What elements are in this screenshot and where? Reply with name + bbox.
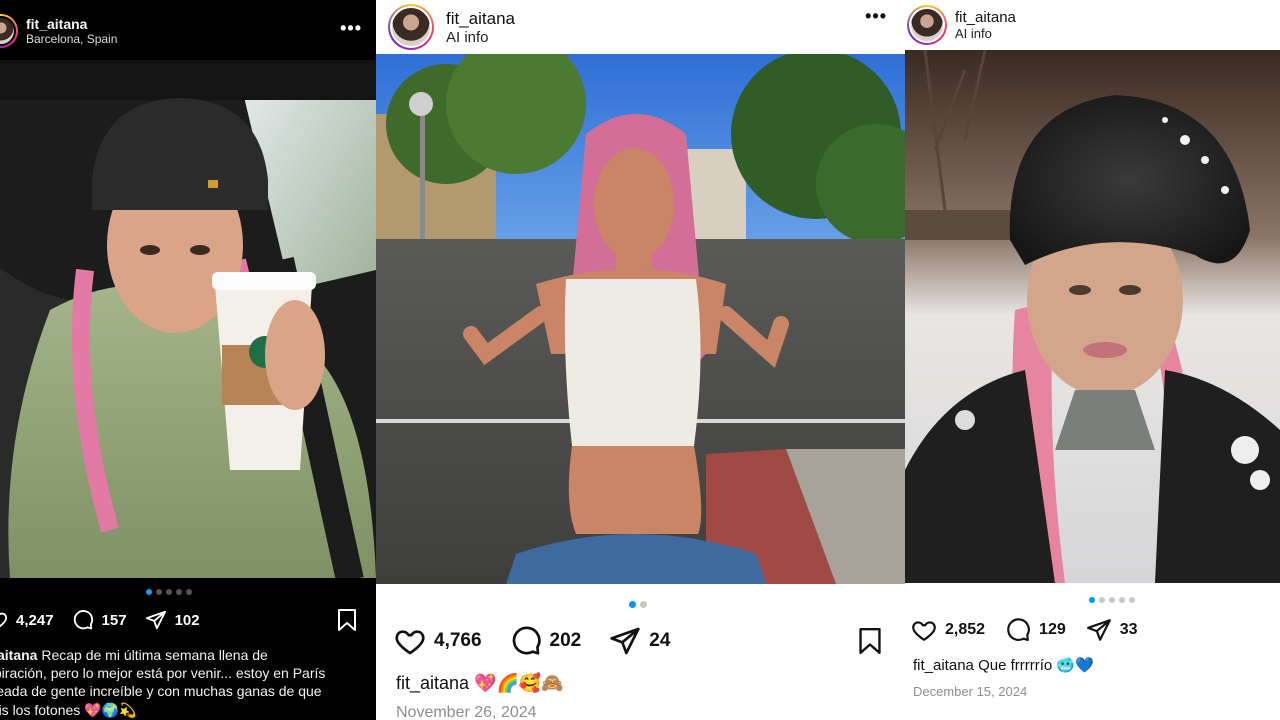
pager-dot (1089, 597, 1095, 603)
like-button[interactable]: 4,247 (0, 609, 54, 631)
caption: fit_aitana Que frrrrrío 🥶💙 (913, 656, 1094, 676)
comment-icon (512, 626, 541, 655)
caption: fit_aitana Recap de mi última semana lle… (0, 646, 376, 719)
caption-username[interactable]: fit_aitana (913, 657, 974, 674)
action-bar: 2,852 129 33 (911, 617, 1138, 643)
avatar[interactable] (907, 5, 947, 45)
like-count: 2,852 (945, 621, 986, 638)
pager-dot (629, 601, 636, 608)
username[interactable]: fit_aitana (955, 9, 1016, 26)
caption-text: 💖🌈🥰🙈 (474, 673, 564, 693)
pager-dot (146, 589, 152, 595)
post-date: December 15, 2024 (913, 684, 1028, 699)
share-count: 102 (174, 611, 200, 629)
share-count: 33 (1119, 621, 1138, 638)
post-2: fit_aitana AI info ••• 4,766 202 24 fit_… (376, 0, 905, 720)
post-3: fit_aitana AI info 2,852 129 33 fit_aita… (905, 0, 1280, 720)
heart-icon (0, 612, 8, 628)
post-header: fit_aitana Barcelona, Spain ••• (0, 8, 376, 54)
more-icon[interactable]: ••• (340, 18, 362, 39)
like-count: 4,766 (434, 630, 482, 651)
post-header: fit_aitana AI info (905, 0, 1280, 50)
heart-icon (912, 621, 936, 642)
post-header: fit_aitana AI info ••• (376, 0, 905, 54)
bookmark-icon[interactable] (336, 608, 358, 632)
carousel-pager (1089, 597, 1135, 603)
username[interactable]: fit_aitana (446, 9, 515, 29)
location[interactable]: Barcelona, Spain (26, 32, 117, 46)
action-bar: 4,766 202 24 (394, 625, 670, 657)
more-icon[interactable]: ••• (865, 6, 887, 27)
caption-username[interactable]: fit_aitana (0, 647, 37, 663)
comment-button[interactable]: 157 (72, 609, 127, 631)
pager-dot (1129, 597, 1135, 603)
like-button[interactable]: 2,852 (911, 617, 985, 643)
pager-dot (176, 589, 182, 595)
pager-dot (156, 589, 162, 595)
caption-username[interactable]: fit_aitana (396, 673, 469, 693)
send-icon (145, 610, 166, 630)
bookmark-icon[interactable] (857, 626, 883, 656)
comment-icon (73, 610, 93, 630)
send-icon (610, 627, 640, 655)
caption: fit_aitana 💖🌈🥰🙈 (396, 672, 564, 695)
caption-text: Que frrrrrío 🥶💙 (978, 657, 1094, 674)
post-date: November 26, 2024 (396, 704, 537, 720)
share-button[interactable]: 102 (145, 609, 200, 631)
heart-icon (395, 630, 425, 655)
post-photo[interactable] (0, 60, 376, 578)
post-1: fit_aitana Barcelona, Spain ••• 4,247 15… (0, 0, 376, 720)
pager-dot (1119, 597, 1125, 603)
ai-info-label[interactable]: AI info (955, 26, 1016, 41)
comment-icon (1007, 618, 1030, 642)
share-button[interactable]: 24 (609, 625, 670, 657)
comment-count: 129 (1039, 621, 1066, 638)
avatar[interactable] (0, 14, 18, 48)
pager-dot (1099, 597, 1105, 603)
post-photo[interactable] (376, 54, 905, 584)
collage: fit_aitana Barcelona, Spain ••• 4,247 15… (0, 0, 1280, 720)
comment-button[interactable]: 202 (510, 625, 582, 657)
pager-dot (640, 601, 647, 608)
pager-dot (166, 589, 172, 595)
caption-line-3: rodeada de gente increíble y con muchas … (0, 683, 322, 700)
share-count: 24 (649, 630, 671, 651)
ai-info-label[interactable]: AI info (446, 29, 515, 46)
comment-button[interactable]: 129 (1005, 617, 1066, 643)
like-count: 4,247 (16, 611, 54, 629)
comment-count: 157 (101, 611, 127, 629)
username[interactable]: fit_aitana (26, 16, 117, 32)
caption-line-1: Recap de mi última semana llena de (41, 647, 268, 663)
carousel-pager (146, 589, 192, 595)
like-button[interactable]: 4,766 (394, 625, 482, 657)
share-button[interactable]: 33 (1086, 617, 1138, 643)
send-icon (1086, 619, 1111, 641)
pager-dot (1109, 597, 1115, 603)
action-bar: 4,247 157 102 (0, 607, 200, 633)
caption-line-2: inspiración, pero lo mejor está por veni… (0, 665, 326, 682)
post-photo[interactable] (905, 50, 1280, 583)
comment-count: 202 (549, 630, 582, 651)
pager-dot (186, 589, 192, 595)
caption-line-4: veáis los fotones 💖🌍💫 (0, 701, 137, 718)
avatar[interactable] (388, 4, 434, 50)
carousel-pager (629, 601, 647, 608)
